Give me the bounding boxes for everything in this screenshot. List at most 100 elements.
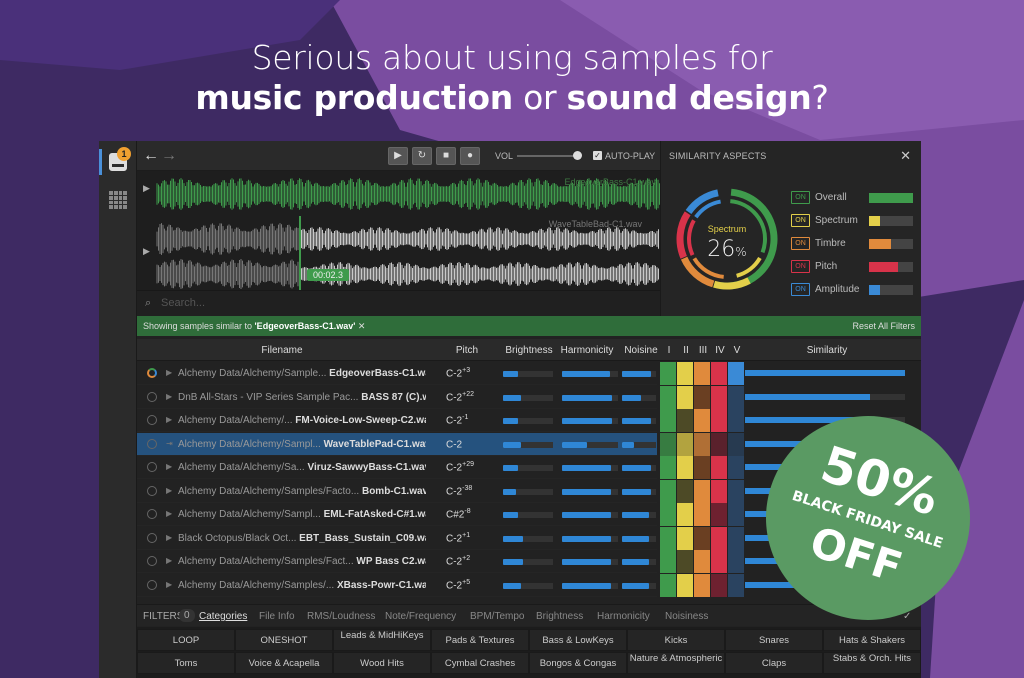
header-iii[interactable]: III [695,345,711,356]
aspect-toggle[interactable]: ON [791,214,810,227]
table-row[interactable]: ▶ Black Octopus/Black Oct... EBT_Bass_Sus… [137,527,657,550]
tab-harmonicity[interactable]: Harmonicity [597,611,650,622]
header-v[interactable]: V [729,345,745,356]
row-pitch-offset: +2 [462,555,471,562]
tab-rms-loudness[interactable]: RMS/Loudness [307,611,375,622]
category-bass-lowkeys[interactable]: Bass & LowKeys [529,629,627,651]
row-radio[interactable] [147,368,157,378]
row-radio[interactable] [147,556,157,566]
row-brightness-bar [503,512,553,518]
header-i[interactable]: I [661,345,677,356]
category-snares[interactable]: Snares [725,629,823,651]
row-play-icon[interactable]: ⇥ [166,439,173,448]
table-row[interactable]: ▶ DnB All-Stars - VIP Series Sample Pac..… [137,386,657,409]
row-play-icon[interactable]: ▶ [166,392,172,401]
row-play-icon[interactable]: ▶ [166,580,172,589]
aspect-weight-slider[interactable] [869,285,913,295]
volume-slider-knob[interactable] [573,151,582,160]
row-play-icon[interactable]: ▶ [166,533,172,542]
tab-categories[interactable]: Categories [199,611,247,622]
category-toms[interactable]: Toms [137,652,235,674]
table-row[interactable]: ▶ Alchemy Data/Alchemy/Sa... Viruz-SawwyB… [137,456,657,479]
row-play-icon[interactable]: ▶ [166,509,172,518]
tab-noisiness[interactable]: Noisiness [665,611,708,622]
header-noisiness[interactable]: Noisine [621,345,661,356]
aspect-weight-slider[interactable] [869,262,913,272]
table-row[interactable]: ▶ Alchemy Data/Alchemy/Samples/Fact... WP… [137,550,657,573]
back-arrow-icon[interactable]: ← [143,147,159,165]
volume-slider[interactable] [517,155,579,157]
aspect-toggle[interactable]: ON [791,260,810,273]
category-nature-atmospheric[interactable]: Nature & Atmospheric [627,652,725,674]
waveform-display[interactable]: ▶ ▶ EdgeoverBass-C1.wav WaveTableBad-C1.… [137,171,660,290]
play-top-icon[interactable]: ▶ [143,183,150,194]
header-iv[interactable]: IV [712,345,728,356]
aspect-cell [660,362,676,385]
header-brightness[interactable]: Brightness [503,345,555,356]
category-cymbal-crashes[interactable]: Cymbal Crashes [431,652,529,674]
category-oneshot[interactable]: ONESHOT [235,629,333,651]
row-radio[interactable] [147,391,157,402]
table-row[interactable]: ▶ Alchemy Data/Alchemy/Samples/... XBass-… [137,574,657,597]
tab-file-info[interactable]: File Info [259,611,295,622]
category-wood-hits[interactable]: Wood Hits [333,652,431,674]
play-bottom-icon[interactable]: ▶ [143,246,150,257]
row-play-icon[interactable]: ▶ [166,462,172,471]
category-leads-midhikeys[interactable]: Leads & MidHiKeys [333,629,431,651]
row-play-icon[interactable]: ▶ [166,556,172,565]
loop-button[interactable]: ↻ [412,147,432,165]
clear-filter-icon[interactable]: ✕ [358,321,366,331]
row-note: C-2 [446,556,463,568]
play-button[interactable]: ▶ [388,147,408,165]
row-play-icon[interactable]: ▶ [166,486,172,495]
search-bar[interactable]: ⌕ Search... [137,290,660,316]
table-row[interactable]: ▶ Alchemy Data/Alchemy/Samples/Facto... B… [137,480,657,503]
header-pitch[interactable]: Pitch [437,345,497,356]
aspect-toggle[interactable]: ON [791,191,810,204]
tab-bpm-tempo[interactable]: BPM/Tempo [470,611,524,622]
category-hats-shakers[interactable]: Hats & Shakers [823,629,921,651]
aspect-weight-slider[interactable] [869,193,913,203]
table-row[interactable]: ▶ Alchemy Data/Alchemy/... FM-Voice-Low-S… [137,409,657,432]
row-radio[interactable] [147,438,157,449]
row-radio[interactable] [147,532,157,543]
category-loop[interactable]: LOOP [137,629,235,651]
row-radio[interactable] [147,462,157,472]
row-radio[interactable] [147,509,157,519]
tab-note-frequency[interactable]: Note/Frequency [385,611,456,622]
header-filename[interactable]: Filename [252,345,312,356]
row-pitch: C-2+2 [446,555,470,567]
category-voice-acapella[interactable]: Voice & Acapella [235,652,333,674]
record-button[interactable]: ● [460,147,480,165]
forward-arrow-icon[interactable]: → [161,147,177,165]
table-row[interactable]: ▶ Alchemy Data/Alchemy/Sampl... EML-FatAs… [137,503,657,526]
grid-icon[interactable] [109,191,127,209]
row-radio[interactable] [147,579,157,590]
aspect-toggle[interactable]: ON [791,237,810,250]
row-play-icon[interactable]: ▶ [166,368,172,377]
category-bongos-congas[interactable]: Bongos & Congas [529,652,627,674]
category-kicks[interactable]: Kicks [627,629,725,651]
search-input[interactable]: Search... [161,297,205,309]
header-ii[interactable]: II [678,345,694,356]
category-claps[interactable]: Claps [725,652,823,674]
category-pads-textures[interactable]: Pads & Textures [431,629,529,651]
table-row[interactable]: ⇥ Alchemy Data/Alchemy/Sampl... WaveTable… [137,432,657,456]
row-radio[interactable] [147,415,157,425]
aspect-cell [694,479,710,503]
header-similarity[interactable]: Similarity [787,345,867,356]
aspect-weight-slider[interactable] [869,239,913,249]
row-note: C-2 [446,532,463,544]
header-harmonicity[interactable]: Harmonicity [557,345,617,356]
close-icon[interactable]: ✕ [900,148,911,164]
tab-brightness[interactable]: Brightness [536,611,583,622]
row-radio[interactable] [147,485,157,496]
aspect-toggle[interactable]: ON [791,283,810,296]
row-play-icon[interactable]: ▶ [166,415,172,424]
table-row[interactable]: ▶ Alchemy Data/Alchemy/Sample... Edgeover… [137,362,657,385]
stop-button[interactable]: ■ [436,147,456,165]
autoplay-checkbox[interactable]: ✓ [593,151,602,160]
aspect-weight-slider[interactable] [869,216,913,226]
category-stabs-orch-hits[interactable]: Stabs & Orch. Hits [823,652,921,674]
reset-filters-button[interactable]: Reset All Filters [852,321,915,331]
